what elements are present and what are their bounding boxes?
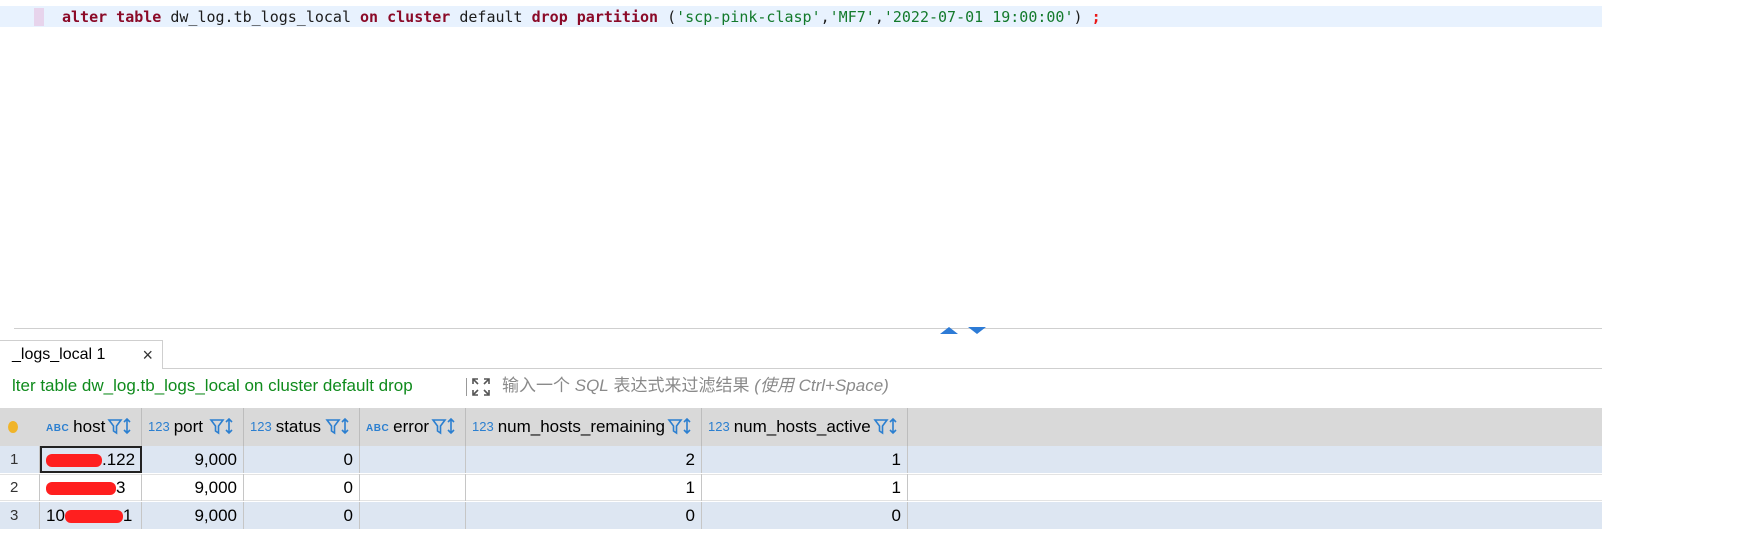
host-value: .122 [102,450,136,469]
splitter-toggle[interactable] [940,327,992,337]
filter-input[interactable]: 输入一个 SQL 表达式来过滤结果 (使用 Ctrl+Space) [502,372,889,400]
cell-host[interactable]: .122 [40,446,142,473]
filter-sort-icon[interactable] [325,417,353,437]
filter-divider [466,378,467,396]
sql-token-str: 'MF7' [829,8,875,26]
sql-token-plain: ( [658,8,677,26]
sql-token-plain: , [874,8,884,26]
text-type-icon: ABC [46,423,70,434]
row-number: 2 [0,474,40,501]
column-header-status[interactable]: 123 status [244,408,360,446]
filter-sort-icon[interactable] [873,417,901,437]
expand-icon[interactable] [471,377,491,397]
sql-token-plain: dw_log.tb_logs_local [161,8,361,26]
row-number: 1 [0,446,40,473]
sql-token-kw: alter table [62,8,162,26]
row-number: 3 [0,502,40,529]
column-header-label: num_hosts_active [733,417,871,436]
results-grid: ABC host 123 port 123 status ABC error 123 num_ho… [0,408,1602,550]
cell-status[interactable]: 0 [244,474,360,501]
query-snippet: lter table dw_log.tb_logs_local on clust… [12,376,413,395]
sql-token-str: '2022-07-01 19:00:00' [883,8,1074,26]
filter-placeholder-sql: SQL [574,376,609,395]
cell-num-hosts-remaining[interactable]: 2 [466,446,702,473]
sql-token-plain: ) [1073,8,1092,26]
cell-num-hosts-remaining[interactable]: 0 [466,502,702,529]
filter-placeholder-text-2: 表达式来过滤结果 [608,376,755,395]
filter-sort-icon[interactable] [107,417,135,437]
cell-error[interactable] [360,502,466,529]
host-value: 1 [122,506,133,525]
sql-token-plain: default [450,8,532,26]
tab-bar-border [163,368,1602,369]
filter-bar: lter table dw_log.tb_logs_local on clust… [0,372,1602,400]
close-icon[interactable]: × [142,341,153,369]
redaction-mark [64,510,123,524]
filter-sort-icon[interactable] [431,417,459,437]
column-header-label: error [393,417,430,436]
column-header-host[interactable]: ABC host [40,408,142,446]
text-type-icon: ABC [366,423,390,434]
tab-label: _logs_local 1 [12,346,106,363]
filter-placeholder-hint: (使用 Ctrl+Space) [754,376,889,395]
sql-token-kw: drop partition [531,8,659,26]
column-header-label: port [173,417,203,436]
cell-host[interactable]: 3 [40,474,142,501]
host-prefix: 10 [46,506,65,525]
redaction-mark [46,454,102,468]
cell-port[interactable]: 9,000 [142,446,244,473]
cell-num-hosts-remaining[interactable]: 1 [466,474,702,501]
cell-error[interactable] [360,474,466,501]
number-type-icon: 123 [250,419,272,434]
column-header-error[interactable]: ABC error [360,408,466,446]
chevron-up-icon[interactable] [940,327,958,334]
sql-editor-line[interactable]: alter table dw_log.tb_logs_local on clus… [62,8,1101,26]
cell-num-hosts-active[interactable]: 1 [702,474,908,501]
cell-host[interactable]: 10 1 [40,502,142,529]
column-header-num-hosts-remaining[interactable]: 123 num_hosts_remaining [466,408,702,446]
cell-num-hosts-active[interactable]: 1 [702,446,908,473]
tab-results[interactable]: _logs_local 1 × [0,340,163,369]
host-value: 3 [116,478,126,497]
number-type-icon: 123 [708,419,730,434]
line-marker [34,8,44,26]
filter-sort-icon[interactable] [667,417,695,437]
number-type-icon: 123 [472,419,494,434]
sql-token-semi: ; [1091,8,1101,26]
panel-splitter[interactable] [14,328,1602,329]
column-header-port[interactable]: 123 port [142,408,244,446]
column-header-label: num_hosts_remaining [497,417,665,436]
cell-status[interactable]: 0 [244,446,360,473]
filter-sort-icon[interactable] [209,417,237,437]
cell-num-hosts-active[interactable]: 0 [702,502,908,529]
cell-status[interactable]: 0 [244,502,360,529]
number-type-icon: 123 [148,419,170,434]
column-header-label: status [275,417,322,436]
cell-port[interactable]: 9,000 [142,502,244,529]
sql-token-plain: , [820,8,830,26]
chevron-down-icon[interactable] [968,327,986,334]
sql-token-str: 'scp-pink-clasp' [676,8,821,26]
column-header-label: host [73,417,106,436]
redaction-mark [46,482,116,496]
column-header-num-hosts-active[interactable]: 123 num_hosts_active [702,408,908,446]
row-status-icon [8,421,18,433]
sql-token-kw: on cluster [360,8,451,26]
filter-placeholder-text: 输入一个 [502,376,575,395]
cell-error[interactable] [360,446,466,473]
cell-port[interactable]: 9,000 [142,474,244,501]
